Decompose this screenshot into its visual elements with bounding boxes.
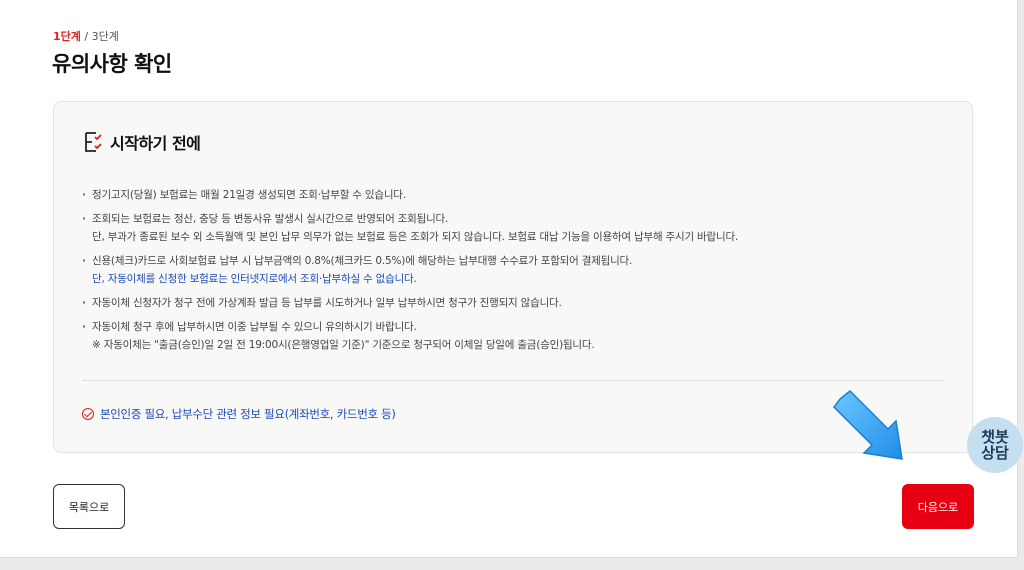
arrow-down-right-icon	[833, 389, 903, 460]
step-indicator: 1단계 / 3단계	[53, 28, 119, 44]
chatbot-label-1: 챗봇	[981, 428, 1009, 446]
chatbot-button[interactable]: 챗봇 상담	[967, 417, 1023, 473]
list-item: 자동이체 신청자가 청구 전에 가상계좌 발급 등 납부를 시도하거나 일부 납…	[82, 294, 952, 312]
page-title: 유의사항 확인	[52, 52, 172, 76]
note-text: 조회되는 보험료는 정산, 충당 등 변동사유 발생시 실시간으로 반영되어 조…	[92, 213, 449, 225]
note-highlight: 단, 자동이체를 신청한 보험료는 인터넷지로에서 조회·납부하실 수 없습니다…	[92, 273, 417, 285]
divider	[82, 380, 944, 381]
list-button[interactable]: 목록으로	[53, 484, 125, 529]
step-total: 3단계	[91, 30, 119, 43]
step-separator: /	[80, 30, 92, 43]
list-item: 정기고지(당월) 보험료는 매월 21일경 생성되면 조회·납부할 수 있습니다…	[82, 186, 952, 204]
card-title: 시작하기 전에	[110, 134, 201, 153]
step-current: 1단계	[53, 30, 81, 43]
card-header: 시작하기 전에	[82, 130, 201, 154]
requirement-note: 본인인증 필요, 납부수단 관련 정보 필요(계좌번호, 카드번호 등)	[82, 406, 396, 422]
note-text: 신용(체크)카드로 사회보험료 납부 시 납부금액의 0.8%(체크카드 0.5…	[92, 255, 633, 267]
chatbot-label-2: 상담	[981, 444, 1009, 462]
note-text: 자동이체 신청자가 청구 전에 가상계좌 발급 등 납부를 시도하거나 일부 납…	[92, 297, 562, 309]
note-text: ※ 자동이체는 "출금(승인)일 2일 전 19:00시(은행영업일 기준)" …	[92, 339, 595, 351]
list-item: 자동이체 청구 후에 납부하시면 이중 납부될 수 있으니 유의하시기 바랍니다…	[82, 318, 952, 354]
list-item: 조회되는 보험료는 정산, 충당 등 변동사유 발생시 실시간으로 반영되어 조…	[82, 210, 952, 246]
requirement-text: 본인인증 필요, 납부수단 관련 정보 필요(계좌번호, 카드번호 등)	[100, 407, 396, 421]
next-button[interactable]: 다음으로	[902, 484, 974, 529]
checklist-icon	[82, 130, 106, 154]
notice-list: 정기고지(당월) 보험료는 매월 21일경 생성되면 조회·납부할 수 있습니다…	[82, 186, 952, 360]
note-text: 단, 부과가 종료된 보수 외 소득월액 및 본인 납무 의무가 없는 보험료 …	[92, 231, 739, 243]
note-text: 자동이체 청구 후에 납부하시면 이중 납부될 수 있으니 유의하시기 바랍니다…	[92, 321, 417, 333]
check-circle-icon	[82, 408, 94, 420]
note-text: 정기고지(당월) 보험료는 매월 21일경 생성되면 조회·납부할 수 있습니다…	[92, 189, 406, 201]
page: 1단계 / 3단계 유의사항 확인 시작하기 전에 정기고지(당월) 보험료는 …	[0, 0, 1023, 558]
list-item: 신용(체크)카드로 사회보험료 납부 시 납부금액의 0.8%(체크카드 0.5…	[82, 252, 952, 288]
